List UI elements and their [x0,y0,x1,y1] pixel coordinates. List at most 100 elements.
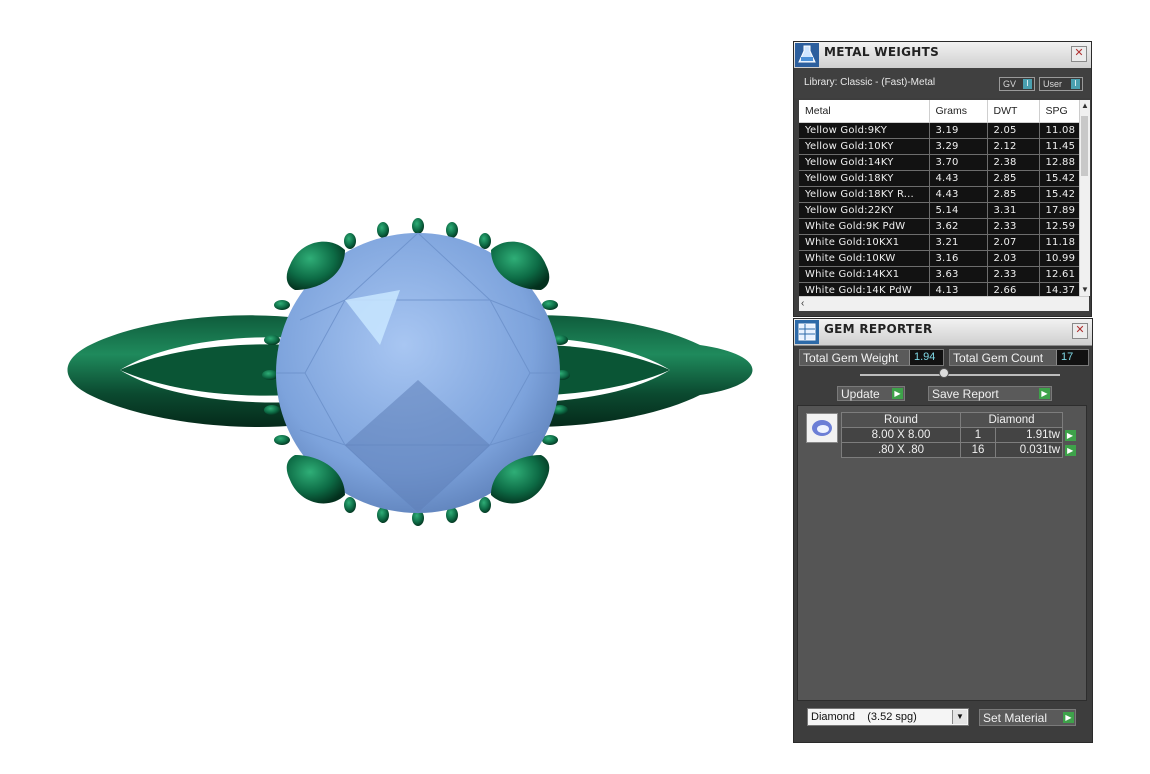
spg-cell: 17.89 [1039,202,1079,219]
metal-table-row[interactable]: White Gold:9K PdW 3.62 2.33 12.59 [799,218,1079,235]
gem-row[interactable]: 8.00 X 8.00 1 1.91tw ▶ [841,427,1078,443]
dwt-cell: 2.05 [987,122,1040,139]
dwt-cell: 2.33 [987,266,1040,283]
gem-row-action-icon[interactable]: ▶ [1064,430,1076,441]
col-header-metal[interactable]: Metal [799,100,930,123]
save-report-button-label: Save Report [932,387,999,401]
grams-cell: 3.19 [929,122,988,139]
update-button[interactable]: Update ▶ [837,386,905,401]
gem-slider-track[interactable] [860,374,1060,376]
gv-toggle[interactable]: GV I [999,77,1035,91]
metal-table-row[interactable]: Yellow Gold:10KY 3.29 2.12 11.45 [799,138,1079,155]
col-header-spg[interactable]: SPG [1039,100,1079,123]
gem-size: .80 X .80 [841,442,961,458]
metal-name-cell: Yellow Gold:10KY [799,138,930,155]
metal-name-cell: Yellow Gold:22KY [799,202,930,219]
gem-reporter-title: GEM REPORTER [824,322,933,336]
spg-cell: 14.37 [1039,282,1079,296]
metal-name-cell: White Gold:14K PdW [799,282,930,296]
metal-table-row[interactable]: Yellow Gold:18KY 4.43 2.85 15.42 [799,170,1079,187]
metal-table-row[interactable]: Yellow Gold:14KY 3.70 2.38 12.88 [799,154,1079,171]
save-report-button[interactable]: Save Report ▶ [928,386,1052,401]
spg-cell: 12.88 [1039,154,1079,171]
gem-shape-header: Round [841,412,961,428]
toggle-marker-icon: I [1071,79,1080,89]
toggle-marker-icon: I [1023,79,1032,89]
gem-reporter-close-icon[interactable]: ✕ [1072,323,1088,339]
material-select[interactable]: Diamond (3.52 spg) ▼ [807,708,969,726]
dwt-cell: 2.03 [987,250,1040,267]
metal-table-row[interactable]: Yellow Gold:18KY R... 4.43 2.85 15.42 [799,186,1079,203]
metal-table-vertical-scrollbar[interactable]: ▲ ▼ [1079,100,1090,296]
grams-cell: 3.62 [929,218,988,235]
metal-table-wrapper[interactable]: Metal Grams DWT SPG Yellow Gold:9KY 3.19 2… [799,100,1079,296]
gem-size: 8.00 X 8.00 [841,427,961,443]
grams-cell: 3.16 [929,250,988,267]
library-bar: Library: Classic - (Fast)-Metal GV I Use… [794,68,1091,98]
grams-cell: 4.13 [929,282,988,296]
set-material-button[interactable]: Set Material ▶ [979,709,1076,726]
play-arrow-icon: ▶ [1063,712,1074,723]
dwt-cell: 2.85 [987,186,1040,203]
gem-slider-handle[interactable] [939,368,949,378]
gem-table: Round Diamond 8.00 X 8.00 1 1.91tw ▶ .80… [841,412,1078,458]
metal-name-cell: Yellow Gold:9KY [799,122,930,139]
metal-weights-title: METAL WEIGHTS [824,45,940,59]
spg-cell: 15.42 [1039,170,1079,187]
3d-viewport[interactable] [0,0,790,774]
flask-icon [795,43,819,67]
metal-table-row[interactable]: Yellow Gold:9KY 3.19 2.05 11.08 [799,122,1079,139]
gem-list-area: Round Diamond 8.00 X 8.00 1 1.91tw ▶ .80… [797,405,1087,701]
user-toggle-label: User [1043,79,1063,89]
gem-weight: 1.91tw [995,427,1063,443]
grams-cell: 3.29 [929,138,988,155]
diamond-thumbnail-icon [812,420,832,436]
metal-weights-titlebar[interactable]: METAL WEIGHTS ✕ [794,42,1091,69]
gem-report-icon [795,320,819,344]
scroll-left-icon[interactable]: ‹ [801,297,804,311]
metal-table-row[interactable]: White Gold:14KX1 3.63 2.33 12.61 [799,266,1079,283]
material-select-value: Diamond (3.52 spg) [811,711,917,723]
dwt-cell: 2.85 [987,170,1040,187]
spg-cell: 10.99 [1039,250,1079,267]
spg-cell: 12.59 [1039,218,1079,235]
metal-name-cell: White Gold:14KX1 [799,266,930,283]
grams-cell: 3.63 [929,266,988,283]
metal-weights-close-icon[interactable]: ✕ [1071,46,1087,62]
scroll-thumb[interactable] [1081,116,1088,176]
total-gem-count-label: Total Gem Count [953,351,1044,365]
round-diamond-icon[interactable] [806,413,838,443]
ring-model[interactable] [0,0,790,774]
scroll-up-icon[interactable]: ▲ [1080,100,1090,112]
total-gem-weight-label: Total Gem Weight [803,351,899,365]
gem-reporter-titlebar[interactable]: GEM REPORTER ✕ [794,319,1092,346]
total-gem-weight-field: Total Gem Weight 1.94 [799,349,944,366]
metal-table-row[interactable]: White Gold:14K PdW 4.13 2.66 14.37 [799,282,1079,296]
user-toggle[interactable]: User I [1039,77,1083,91]
grams-cell: 3.21 [929,234,988,251]
dwt-cell: 2.33 [987,218,1040,235]
metal-table-row[interactable]: Yellow Gold:22KY 5.14 3.31 17.89 [799,202,1079,219]
spg-cell: 11.18 [1039,234,1079,251]
metal-table-horizontal-scrollbar[interactable]: ‹ [799,296,1089,311]
chevron-down-icon[interactable]: ▼ [952,710,967,724]
metal-name-cell: Yellow Gold:14KY [799,154,930,171]
gem-row-action-icon[interactable]: ▶ [1064,445,1076,456]
spg-cell: 15.42 [1039,186,1079,203]
metal-table-row[interactable]: White Gold:10KW 3.16 2.03 10.99 [799,250,1079,267]
scroll-down-icon[interactable]: ▼ [1080,284,1090,296]
dwt-cell: 3.31 [987,202,1040,219]
metal-table-row[interactable]: White Gold:10KX1 3.21 2.07 11.18 [799,234,1079,251]
gem-row[interactable]: .80 X .80 16 0.031tw ▶ [841,442,1078,458]
library-label: Library: Classic - (Fast)-Metal [804,77,936,88]
grams-cell: 3.70 [929,154,988,171]
col-header-dwt[interactable]: DWT [987,100,1040,123]
gem-material-header: Diamond [960,412,1063,428]
metal-name-cell: Yellow Gold:18KY [799,170,930,187]
total-gem-weight-value: 1.94 [909,350,943,365]
spg-cell: 12.61 [1039,266,1079,283]
set-material-button-label: Set Material [983,711,1048,725]
metal-weights-panel: METAL WEIGHTS ✕ Library: Classic - (Fast… [793,41,1092,317]
col-header-grams[interactable]: Grams [929,100,988,123]
total-gem-count-field: Total Gem Count 17 [949,349,1089,366]
